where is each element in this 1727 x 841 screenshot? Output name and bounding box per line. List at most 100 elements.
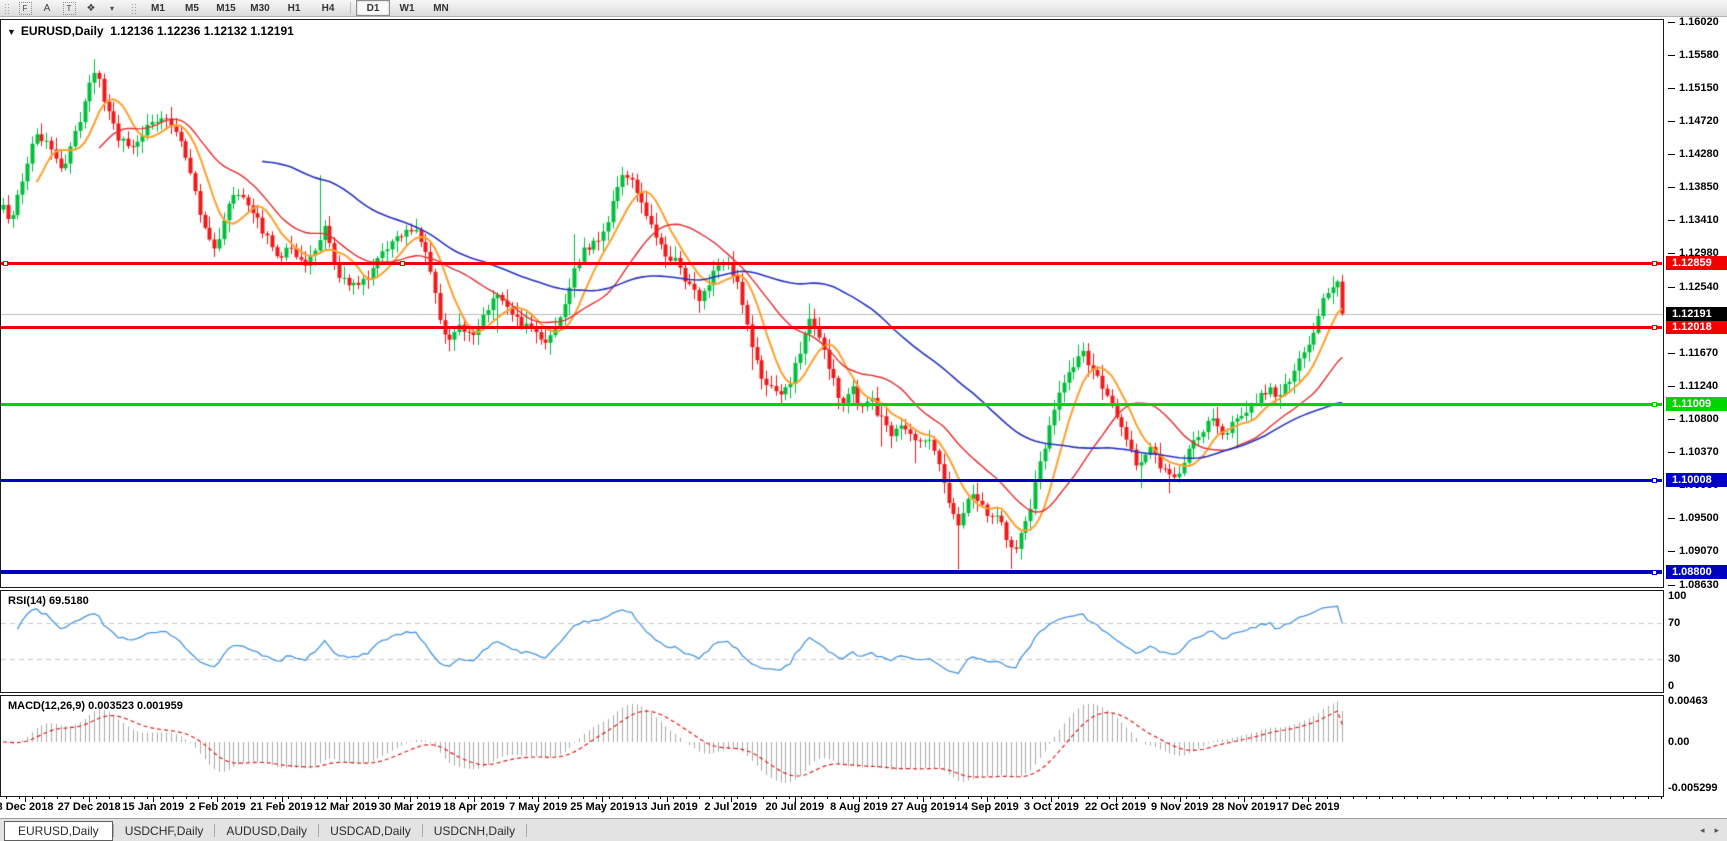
- tick-dash: [1668, 253, 1675, 254]
- timeframe-button-D1[interactable]: D1: [356, 0, 390, 16]
- fibo-box-icon[interactable]: F: [16, 2, 34, 15]
- line-handle[interactable]: [3, 261, 8, 266]
- collapse-arrow-icon[interactable]: ▼: [7, 27, 16, 37]
- date-minor-tick: [648, 797, 649, 799]
- line-handle[interactable]: [1652, 325, 1657, 330]
- timeframe-button-M5[interactable]: M5: [175, 0, 209, 16]
- timeframe-button-H1[interactable]: H1: [277, 0, 311, 16]
- timeframe-button-M15[interactable]: M15: [209, 0, 243, 16]
- tab-scroll-left-icon[interactable]: ◂: [1700, 825, 1705, 835]
- timeframe-button-W1[interactable]: W1: [390, 0, 424, 16]
- date-minor-tick: [1469, 797, 1470, 799]
- price-axis-tick: 1.15150: [1679, 82, 1719, 95]
- date-label: 30 Mar 2019: [379, 801, 441, 813]
- tab-scroll-arrows: ◂ ▸: [1700, 825, 1719, 835]
- date-label: 21 Feb 2019: [250, 801, 312, 813]
- date-minor-tick: [1007, 797, 1008, 799]
- horizontal-line-1.12859[interactable]: [1, 262, 1662, 265]
- date-label: 27 Dec 2018: [58, 801, 121, 813]
- date-minor-tick: [1610, 797, 1611, 799]
- rsi-pane[interactable]: [0, 590, 1664, 693]
- date-label: 15 Jan 2019: [122, 801, 184, 813]
- date-minor-tick: [763, 797, 764, 799]
- timeframe-button-M30[interactable]: M30: [243, 0, 277, 16]
- date-minor-tick: [1135, 797, 1136, 799]
- timeframe-button-H4[interactable]: H4: [311, 0, 345, 16]
- date-minor-tick: [263, 797, 264, 799]
- text-label-icon[interactable]: T: [60, 2, 78, 15]
- tab-usdcad[interactable]: USDCAD,Daily: [319, 822, 422, 840]
- macd-axis-tick: -0.005299: [1668, 782, 1718, 795]
- date-minor-tick: [468, 797, 469, 799]
- date-minor-tick: [1520, 797, 1521, 799]
- date-label: 8 Dec 2018: [0, 801, 53, 813]
- toolbar-grip[interactable]: [4, 3, 10, 14]
- drawing-tools-group: FAT ❖▾: [14, 2, 123, 15]
- tab-scroll-right-icon[interactable]: ▸: [1714, 825, 1719, 835]
- shapes-caret-icon[interactable]: ▾: [103, 2, 121, 15]
- text-label-icon-glyph: T: [63, 2, 76, 15]
- date-minor-tick: [1289, 797, 1290, 799]
- candlestick-canvas[interactable]: [1, 20, 1663, 587]
- date-minor-tick: [288, 797, 289, 799]
- horizontal-line-1.11009[interactable]: [1, 403, 1662, 406]
- rsi-canvas[interactable]: [1, 591, 1663, 692]
- date-minor-tick: [506, 797, 507, 799]
- date-minor-tick: [417, 797, 418, 799]
- date-label: 13 Jun 2019: [635, 801, 697, 813]
- tab-usdchf[interactable]: USDCHF,Daily: [114, 822, 215, 840]
- price-axis-tick: 1.12540: [1679, 281, 1719, 294]
- rsi-label: RSI(14) 69.5180: [8, 595, 89, 607]
- tab-audusd[interactable]: AUDUSD,Daily: [215, 822, 318, 840]
- tab-eurusd[interactable]: EURUSD,Daily: [4, 821, 113, 841]
- arrow-a-icon[interactable]: A: [38, 2, 56, 15]
- main-chart-pane[interactable]: [0, 19, 1664, 588]
- date-minor-tick: [44, 797, 45, 799]
- shapes-icon[interactable]: ❖: [82, 2, 100, 15]
- date-minor-tick: [160, 797, 161, 799]
- date-label: 7 May 2019: [509, 801, 567, 813]
- line-handle[interactable]: [1652, 261, 1657, 266]
- date-minor-tick: [1276, 797, 1277, 799]
- horizontal-line-1.12018[interactable]: [1, 326, 1662, 329]
- symbol-tabs: EURUSD,DailyUSDCHF,DailyAUDUSD,DailyUSDC…: [0, 821, 527, 841]
- horizontal-line-1.10008[interactable]: [1, 479, 1662, 482]
- price-axis-tick: 1.14280: [1679, 148, 1719, 161]
- price-axis-tick: 1.11240: [1679, 380, 1718, 393]
- date-minor-tick: [1417, 797, 1418, 799]
- line-handle[interactable]: [1652, 402, 1657, 407]
- horizontal-line-1.08800[interactable]: [1, 570, 1662, 574]
- timeframe-button-MN[interactable]: MN: [424, 0, 458, 16]
- date-minor-tick: [1032, 797, 1033, 799]
- tab-usdcnh[interactable]: USDCNH,Daily: [423, 822, 526, 840]
- line-handle[interactable]: [400, 261, 405, 266]
- date-label: 2 Jul 2019: [704, 801, 757, 813]
- date-minor-tick: [32, 797, 33, 799]
- line-handle[interactable]: [1652, 570, 1657, 575]
- date-minor-tick: [545, 797, 546, 799]
- date-minor-tick: [866, 797, 867, 799]
- date-minor-tick: [1161, 797, 1162, 799]
- date-label: 18 Apr 2019: [443, 801, 504, 813]
- macd-pane[interactable]: [0, 695, 1664, 797]
- date-minor-tick: [1238, 797, 1239, 799]
- date-label: 12 Mar 2019: [315, 801, 377, 813]
- line-handle[interactable]: [1652, 478, 1657, 483]
- date-minor-tick: [827, 797, 828, 799]
- date-minor-tick: [70, 797, 71, 799]
- date-label: 9 Nov 2019: [1151, 801, 1208, 813]
- date-minor-tick: [1584, 797, 1585, 799]
- price-axis-tick: 1.16020: [1679, 16, 1719, 29]
- date-minor-tick: [840, 797, 841, 799]
- toolbar-grip-2[interactable]: [131, 3, 137, 14]
- price-axis-tick: 1.13410: [1679, 214, 1719, 227]
- date-minor-tick: [1597, 797, 1598, 799]
- date-minor-tick: [1174, 797, 1175, 799]
- tick-dash: [1668, 585, 1675, 586]
- rsi-axis-tick: 30: [1668, 653, 1680, 666]
- macd-canvas[interactable]: [1, 696, 1663, 796]
- date-label: 25 May 2019: [570, 801, 634, 813]
- timeframe-button-M1[interactable]: M1: [141, 0, 175, 16]
- date-minor-tick: [724, 797, 725, 799]
- timeframe-buttons-group: M1M5M15M30H1H4 D1W1MN: [141, 0, 458, 16]
